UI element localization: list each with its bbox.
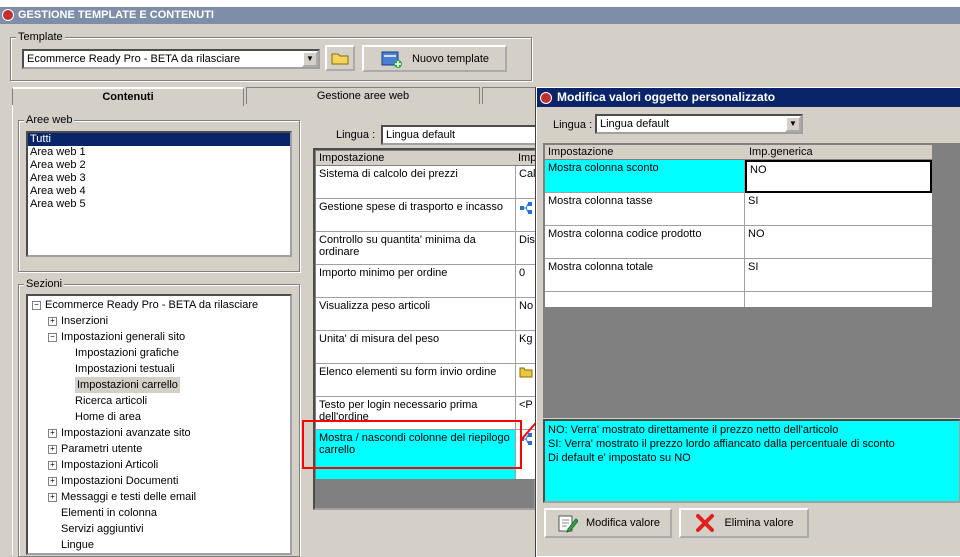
description-box: NO: Verra' mostrato direttamente il prez…: [543, 419, 960, 503]
dialog-grid[interactable]: Impostazione Imp.generica Mostra colonna…: [544, 144, 933, 308]
edit-value-button[interactable]: Modifica valore: [544, 508, 672, 538]
table-row-selected[interactable]: Mostra colonna sconto: [545, 160, 745, 193]
edit-value-label: Modifica valore: [586, 517, 660, 529]
description-line: NO: Verra' mostrato direttamente il prez…: [548, 424, 839, 436]
delete-value-button[interactable]: Elimina valore: [679, 508, 809, 538]
delete-value-label: Elimina valore: [724, 517, 794, 529]
description-line: SI: Verra' mostrato il prezzo lordo affi…: [548, 438, 895, 450]
table-row-empty[interactable]: [545, 292, 745, 307]
row-value[interactable]: SI: [745, 259, 932, 292]
dialog-lingua-label: Lingua :: [553, 119, 593, 131]
dialog-lingua-select[interactable]: Lingua default ▼: [595, 114, 803, 134]
row-name: Mostra colonna codice prodotto: [548, 228, 702, 240]
column-header-impostazione[interactable]: Impostazione: [548, 145, 613, 159]
edit-note-icon: [558, 515, 578, 533]
row-name: Mostra colonna totale: [548, 261, 654, 273]
table-row[interactable]: Mostra colonna totale: [545, 259, 745, 292]
row-name: Mostra colonna sconto: [548, 162, 659, 174]
column-header-imp-generica[interactable]: Imp.generica: [749, 145, 813, 159]
row-value-text: NO: [748, 228, 765, 240]
delete-x-icon: [696, 514, 715, 532]
row-value-edit[interactable]: NO: [745, 160, 932, 193]
edit-values-dialog: Modifica valori oggetto personalizzato L…: [536, 87, 960, 557]
dialog-lingua-value: Lingua default: [600, 118, 670, 130]
row-name: Mostra colonna tasse: [548, 195, 653, 207]
row-value-empty[interactable]: [745, 292, 932, 307]
chevron-down-icon[interactable]: ▼: [785, 116, 801, 132]
dialog-grid-header: Impostazione Imp.generica: [545, 145, 932, 160]
dialog-title-bar: Modifica valori oggetto personalizzato: [537, 88, 960, 107]
dialog-title: Modifica valori oggetto personalizzato: [557, 90, 776, 104]
row-value[interactable]: SI: [745, 193, 932, 226]
dialog-grid-rows: Mostra colonna sconto NO Mostra colonna …: [545, 160, 932, 307]
row-value-text: SI: [748, 195, 759, 207]
annotation-highlight-box: [302, 420, 522, 469]
table-row[interactable]: Mostra colonna codice prodotto: [545, 226, 745, 259]
row-value-text: NO: [750, 164, 767, 176]
row-value[interactable]: NO: [745, 226, 932, 259]
description-line: Di default e' impostato su NO: [548, 452, 691, 464]
row-value-text: SI: [748, 261, 759, 273]
app-icon: [540, 92, 552, 104]
table-row[interactable]: Mostra colonna tasse: [545, 193, 745, 226]
